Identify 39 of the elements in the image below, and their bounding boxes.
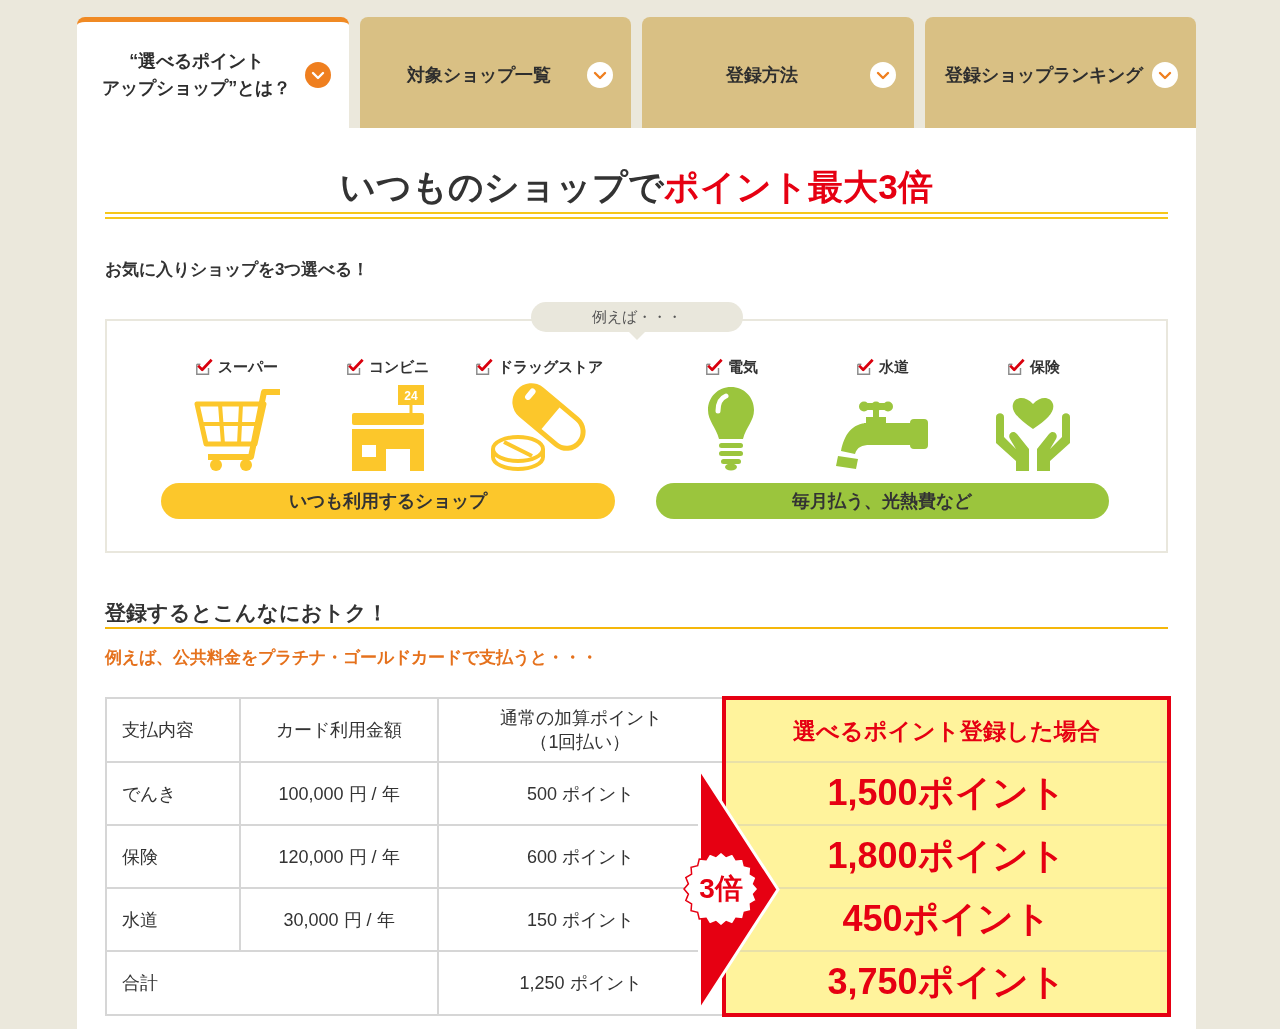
cart-icon (193, 387, 280, 471)
category-label: ドラッグストア (497, 357, 603, 377)
table-cell: 合計 (106, 951, 438, 1015)
section-lead: お気に入りショップを3つ選べる！ (105, 259, 371, 281)
hours-sign: 24 (397, 385, 424, 405)
category-banner: 毎月払う、光熱費など (655, 483, 1109, 519)
page-heading: いつものショップでポイント最大3倍 (339, 166, 934, 208)
boosted-points-cell: 1,500ポイント (724, 762, 1169, 825)
table-cell: 120,000 円 / 年 (240, 825, 438, 888)
category-label: コンビニ (369, 357, 430, 377)
tab[interactable]: 対象ショップ一覧 (359, 17, 631, 128)
chevron-down-icon (587, 62, 613, 88)
column-header: 選べるポイント登録した場合 (724, 698, 1169, 762)
tab[interactable]: 登録ショップランキング (924, 17, 1196, 128)
tab[interactable]: 登録方法 (642, 17, 914, 128)
table-cell: 30,000 円 / 年 (240, 888, 438, 951)
table-cell: 保険 (106, 825, 240, 888)
column-header: カード利用金額 (240, 698, 438, 762)
table-cell: 100,000 円 / 年 (240, 762, 438, 825)
tab[interactable]: “選べるポイント アップショップ”とは？ (77, 17, 349, 128)
boosted-points-cell: 3,750ポイント (724, 951, 1169, 1015)
light-bulb-icon (706, 385, 757, 471)
column-header: 支払内容 (106, 698, 240, 762)
table-cell: 水道 (106, 888, 240, 951)
pills-icon (490, 381, 587, 471)
chevron-down-icon (1152, 62, 1178, 88)
chevron-down-icon (869, 62, 896, 88)
section-heading: 登録するとこんなにおトク！ (105, 599, 1168, 629)
store-icon (351, 405, 424, 471)
category-label: 電気 (727, 357, 758, 377)
chevron-down-icon (304, 62, 331, 88)
faucet-icon (836, 401, 929, 471)
hands-heart-icon (996, 395, 1071, 471)
category-label: スーパー (218, 357, 279, 377)
category-label: 保険 (1029, 357, 1060, 377)
category-label: 水道 (878, 357, 909, 377)
example-note: 例えば、公共料金をプラチナ・ゴールドカードで支払うと・・・ (105, 647, 599, 669)
category-banner: いつも利用するショップ (161, 483, 615, 519)
table-cell: でんき (106, 762, 240, 825)
